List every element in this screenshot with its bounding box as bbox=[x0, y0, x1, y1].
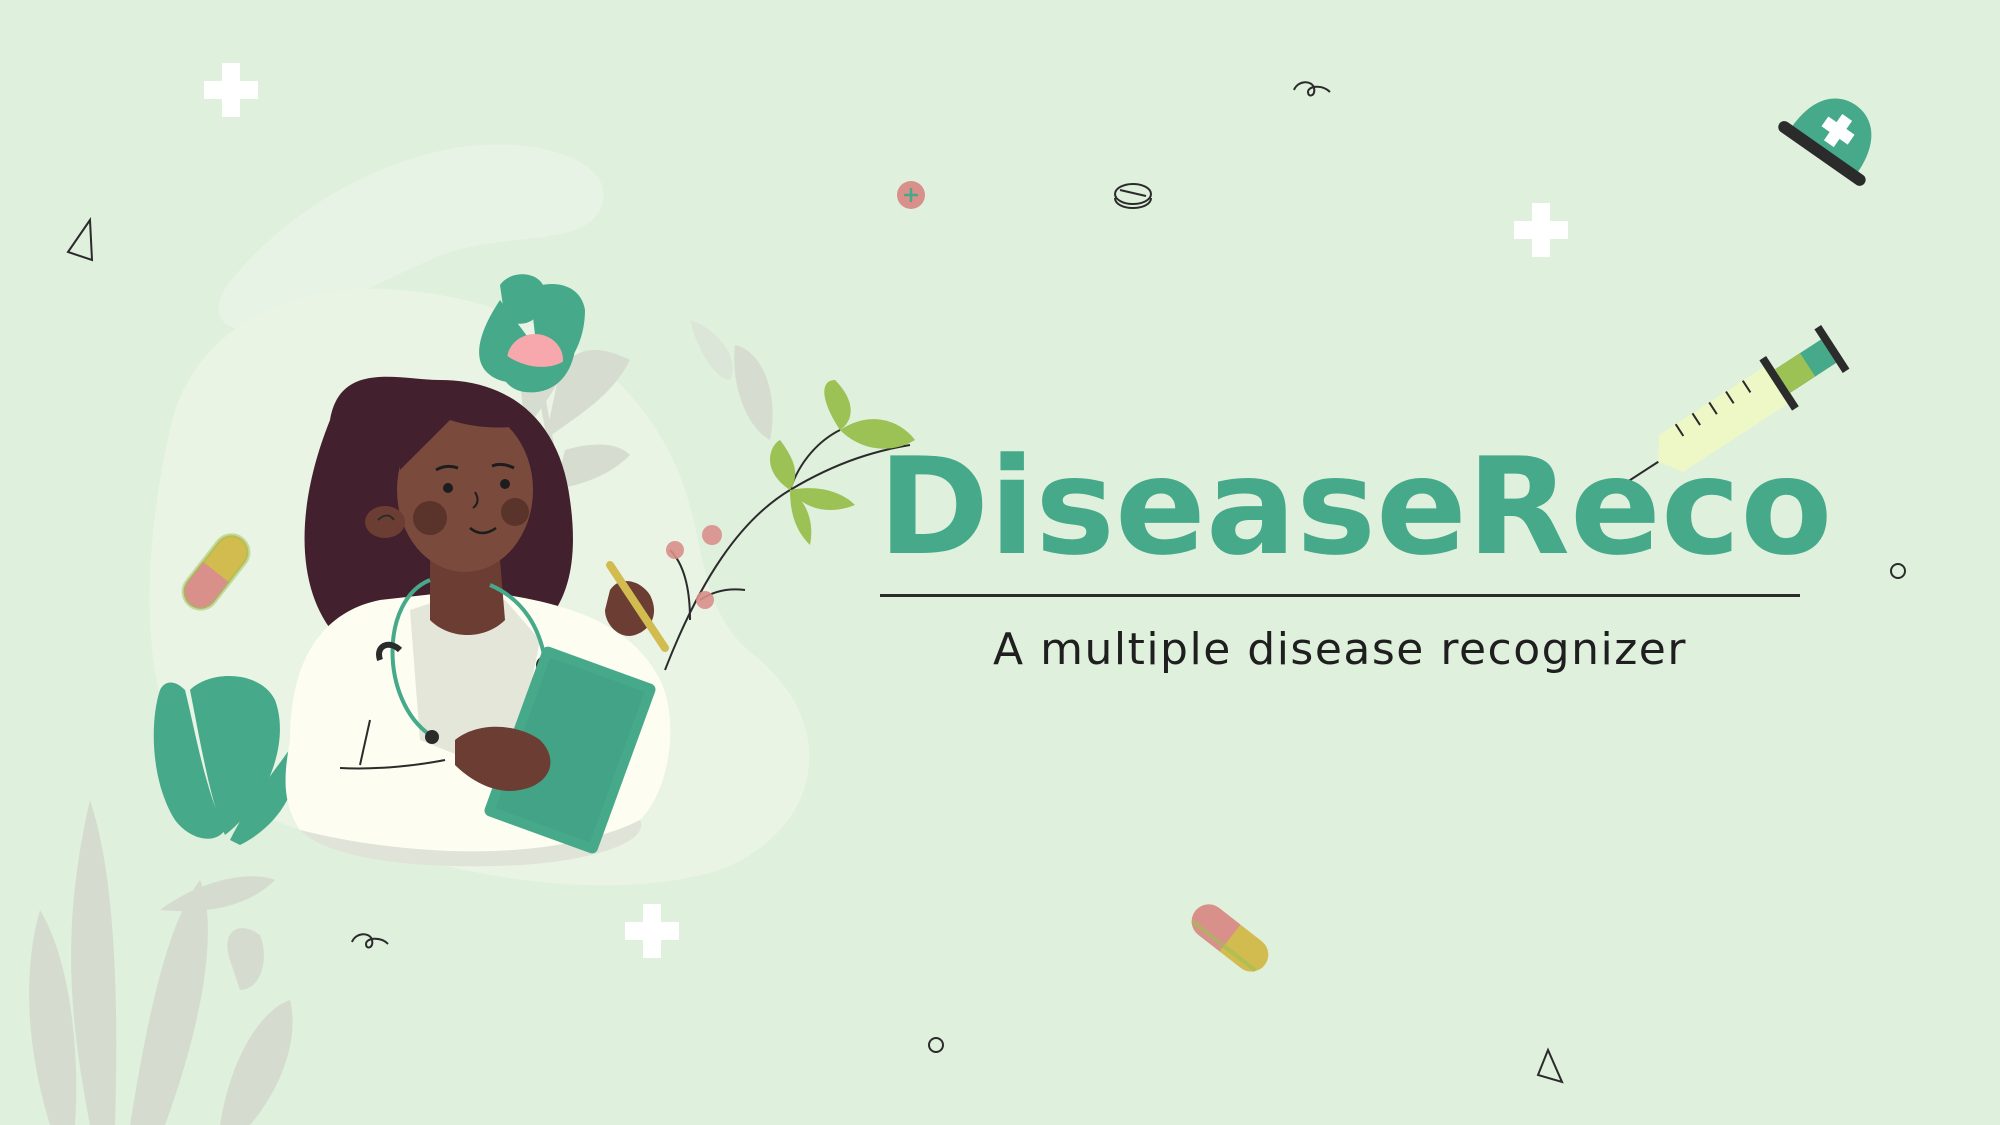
triangle-icon bbox=[66, 216, 94, 262]
pill-coin-icon bbox=[897, 181, 925, 209]
cross-icon bbox=[204, 63, 258, 117]
medical-cap-icon bbox=[1778, 98, 1872, 186]
app-title: DiseaseReco bbox=[878, 429, 1833, 585]
triangle-icon bbox=[1536, 1047, 1564, 1084]
background-plant-icon bbox=[29, 800, 293, 1125]
squiggle-icon bbox=[1293, 81, 1331, 97]
circle-icon bbox=[928, 1037, 944, 1053]
squiggle-icon bbox=[351, 933, 389, 949]
cross-icon bbox=[625, 904, 679, 958]
app-subtitle: A multiple disease recognizer bbox=[993, 624, 1687, 675]
cross-icon bbox=[1514, 203, 1568, 257]
circle-icon bbox=[1890, 563, 1906, 579]
pill-icon bbox=[1191, 904, 1269, 973]
tablet-icon bbox=[1114, 183, 1152, 210]
title-divider bbox=[880, 594, 1800, 597]
